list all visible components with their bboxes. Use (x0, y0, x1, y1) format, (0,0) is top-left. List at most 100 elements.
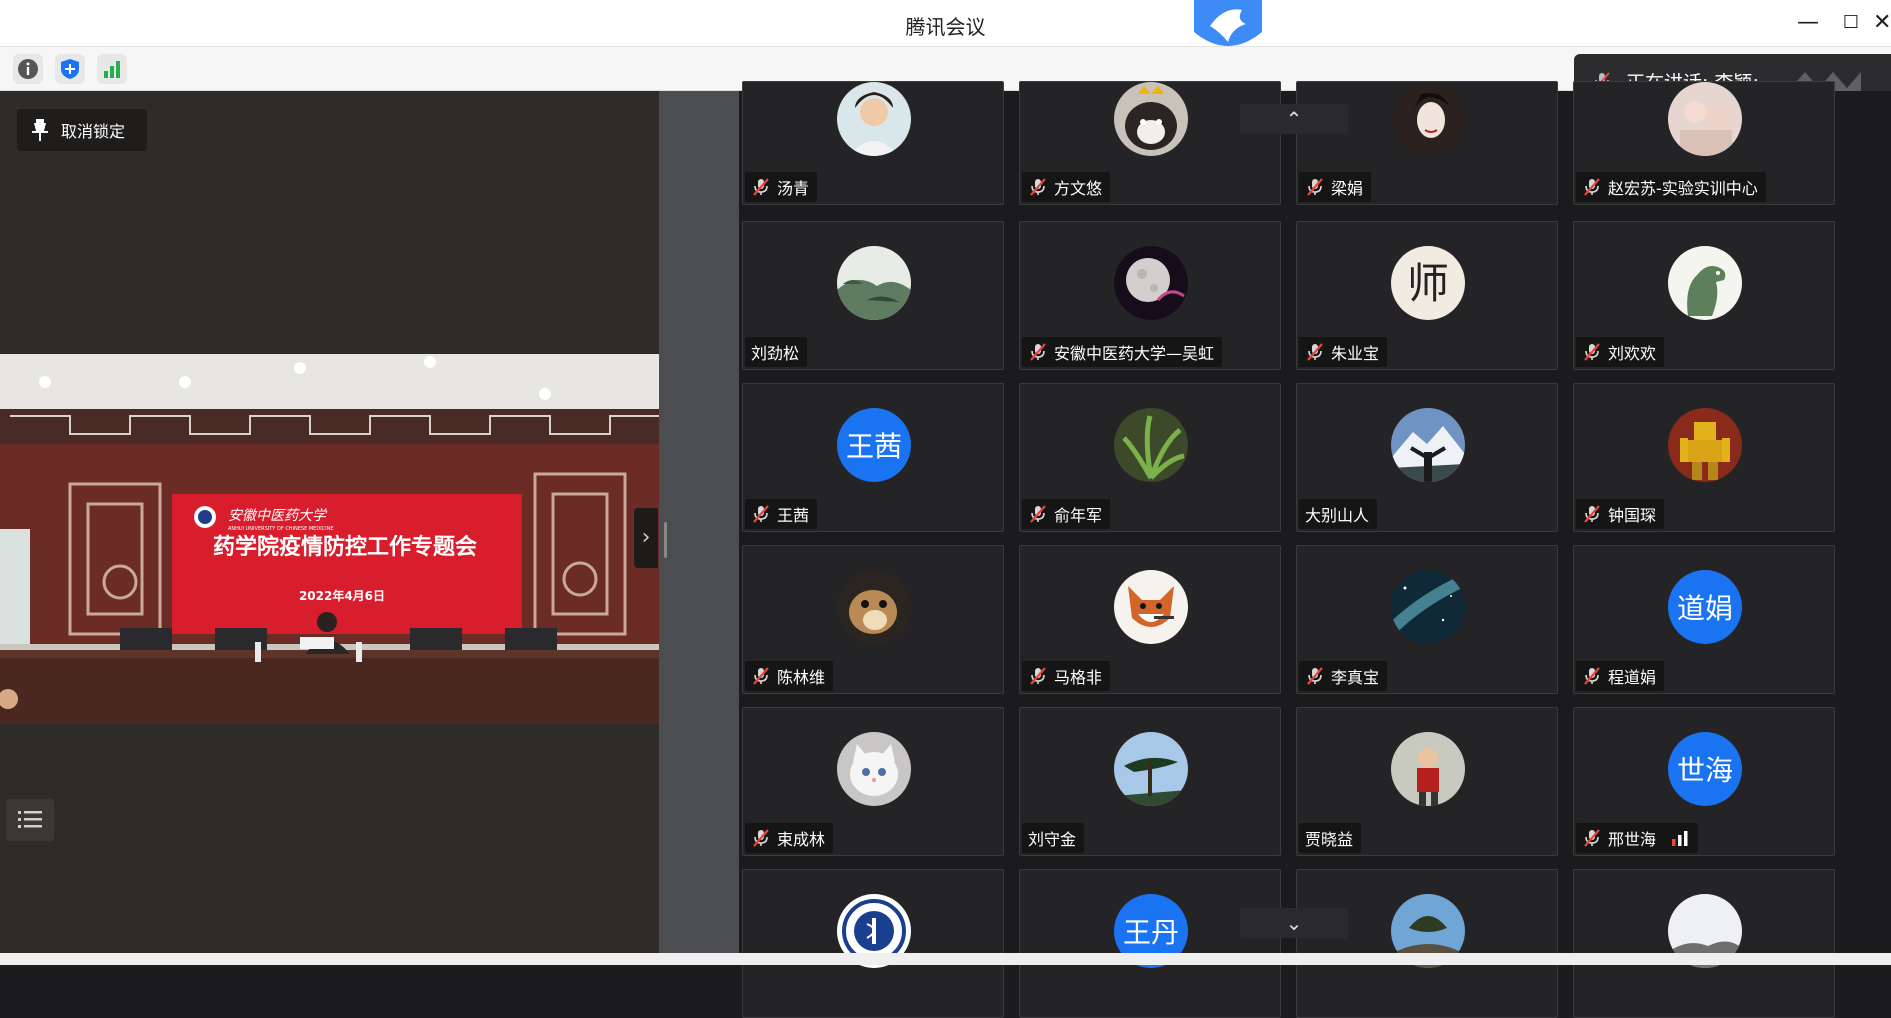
participant-name-bar: 刘守金 (1022, 823, 1085, 853)
participant-tile[interactable]: 王茜 王茜 (742, 383, 1004, 532)
tencent-meeting-logo-icon (1194, 0, 1262, 46)
mic-muted-icon (1584, 343, 1600, 361)
participant-name: 梁娟 (1331, 179, 1364, 198)
participant-tile[interactable]: 束成林 (742, 707, 1004, 856)
avatar (837, 570, 911, 644)
banner-date: 2022年4月6日 (299, 588, 385, 603)
participant-tile[interactable]: 大别山人 (1296, 383, 1558, 532)
participant-tile[interactable]: 梁娟 (1296, 81, 1558, 205)
svg-text:师: 师 (1407, 259, 1449, 308)
pane-divider[interactable] (659, 91, 739, 953)
participant-tile[interactable]: 钟国琛 (1573, 383, 1835, 532)
participant-tile[interactable]: 俞年军 (1019, 383, 1281, 532)
participant-name-bar: 大别山人 (1299, 499, 1378, 529)
shield-icon (61, 59, 79, 79)
network-button[interactable] (97, 54, 127, 84)
participant-tile[interactable]: 道娟程道娟 (1573, 545, 1835, 694)
participant-name: 汤青 (777, 179, 810, 198)
unlock-button[interactable]: 取消锁定 (17, 109, 147, 151)
participant-tile[interactable] (1296, 869, 1558, 1018)
mic-muted-icon (1584, 505, 1600, 523)
avatar: 道娟 (1668, 570, 1742, 644)
avatar: 王茜 (837, 408, 911, 482)
avatar (1114, 732, 1188, 806)
participant-tile[interactable]: 王丹 (1019, 869, 1281, 1018)
unlock-label: 取消锁定 (61, 122, 126, 141)
participant-name: 王茜 (777, 506, 810, 525)
participant-name: 朱业宝 (1331, 344, 1380, 363)
mic-muted-icon (1030, 505, 1046, 523)
participant-tile[interactable]: 汤青 (742, 81, 1004, 205)
participant-tile[interactable]: 安徽中医药大学—吴虹 (1019, 221, 1281, 370)
participant-tile[interactable]: 刘守金 (1019, 707, 1281, 856)
participant-list-button[interactable] (6, 799, 54, 841)
info-button[interactable] (13, 54, 43, 84)
close-button[interactable]: ✕ (1873, 8, 1891, 38)
participant-tile[interactable]: 李真宝 (1296, 545, 1558, 694)
avatar (1114, 408, 1188, 482)
shared-video[interactable]: 安徽中医药大学 ANHUI UNIVERSITY OF CHINESE MEDI… (0, 354, 659, 724)
minimize-button[interactable]: — (1790, 8, 1826, 38)
avatar (1391, 732, 1465, 806)
mic-muted-icon (753, 178, 769, 196)
title-bar: 腾讯会议 — ☐ ✕ (0, 0, 1891, 47)
participant-name: 方文悠 (1054, 179, 1103, 198)
avatar (1668, 408, 1742, 482)
status-strip (0, 953, 1891, 965)
main-video-pane: 取消锁定 安徽中医药大学 ANHUI UNIVERSITY OF CHINESE… (0, 91, 659, 953)
window-title: 腾讯会议 (905, 15, 986, 39)
participant-tile[interactable]: 师朱业宝 (1296, 221, 1558, 370)
participant-tile[interactable]: 贾晓益 (1296, 707, 1558, 856)
participant-tile[interactable]: 世海 邢世海 (1573, 707, 1835, 856)
participant-name: 安徽中医药大学—吴虹 (1054, 344, 1215, 363)
scroll-down-button[interactable]: ⌄ (1240, 908, 1348, 938)
participant-name-bar: 汤青 (745, 172, 818, 202)
banner-title: 药学院疫情防控工作专题会 (213, 534, 477, 560)
participant-tile[interactable] (1573, 869, 1835, 1018)
banner-school-en: ANHUI UNIVERSITY OF CHINESE MEDICINE (228, 526, 334, 532)
pin-icon (32, 119, 48, 141)
participant-name-bar: 方文悠 (1022, 172, 1111, 202)
participant-tile[interactable]: 刘欢欢 (1573, 221, 1835, 370)
chevron-up-icon: ⌃ (1285, 107, 1303, 131)
mic-muted-icon (753, 505, 769, 523)
participant-tile[interactable]: 陈林维 (742, 545, 1004, 694)
participant-tile[interactable]: 刘劲松 (742, 221, 1004, 370)
participant-tile[interactable] (742, 869, 1004, 1018)
avatar (837, 82, 911, 156)
maximize-button[interactable]: ☐ (1833, 8, 1869, 38)
security-button[interactable] (55, 54, 85, 84)
avatar (837, 732, 911, 806)
participant-name-bar: 俞年军 (1022, 499, 1111, 529)
participant-name-bar: 陈林维 (745, 661, 834, 691)
avatar (1391, 82, 1465, 156)
participant-name: 马格非 (1054, 668, 1103, 687)
banner-school: 安徽中医药大学 (228, 508, 328, 524)
scroll-up-button[interactable]: ⌃ (1240, 104, 1348, 134)
participant-tile[interactable]: 马格非 (1019, 545, 1281, 694)
participant-name-bar: 刘欢欢 (1576, 337, 1665, 367)
mic-muted-icon (753, 829, 769, 847)
signal-bars-icon (104, 61, 120, 78)
participant-name-bar: 马格非 (1022, 661, 1111, 691)
participant-name-bar: 梁娟 (1299, 172, 1372, 202)
mic-muted-icon (1030, 343, 1046, 361)
chevron-right-icon: › (641, 525, 651, 550)
list-icon (18, 811, 42, 828)
participant-name: 俞年军 (1054, 506, 1103, 525)
weak-signal-icon (1672, 831, 1688, 846)
participant-name: 程道娟 (1608, 668, 1657, 687)
divider-handle[interactable] (664, 522, 667, 558)
mic-muted-icon (753, 667, 769, 685)
collapse-panel-button[interactable]: › (634, 508, 658, 568)
participant-name-bar: 李真宝 (1299, 661, 1388, 691)
mic-muted-icon (1030, 667, 1046, 685)
avatar (1114, 82, 1188, 156)
participant-tile[interactable]: 方文悠 (1019, 81, 1281, 205)
participant-name-bar: 刘劲松 (745, 337, 808, 367)
participant-tile[interactable]: 赵宏苏-实验实训中心 (1573, 81, 1835, 205)
avatar (1391, 408, 1465, 482)
mic-muted-icon (1307, 178, 1323, 196)
mic-muted-icon (1584, 178, 1600, 196)
mic-muted-icon (1584, 829, 1600, 847)
